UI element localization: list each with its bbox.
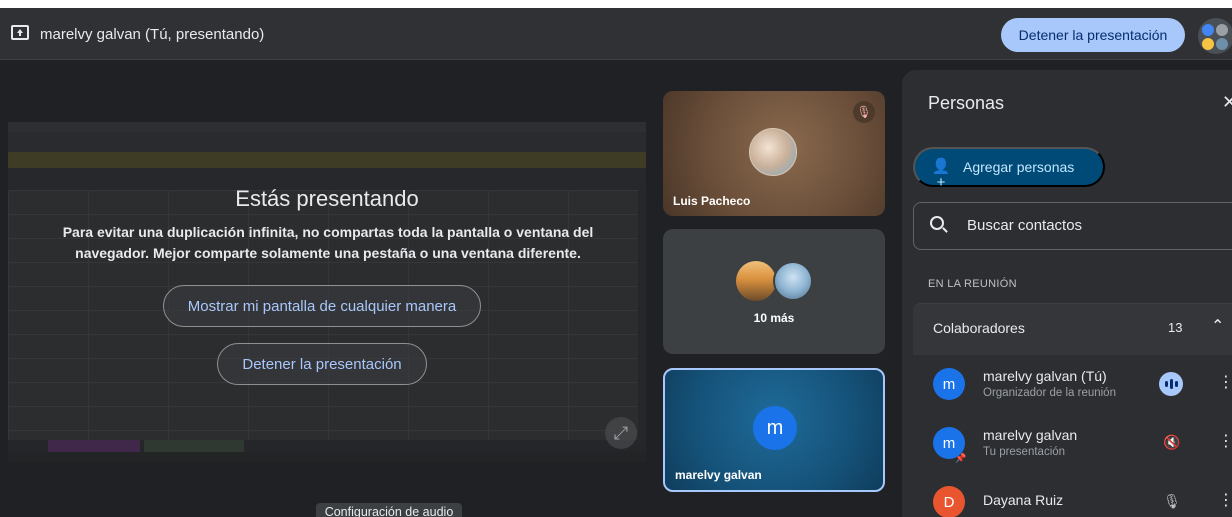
pin-icon: 📌 — [955, 453, 967, 463]
speaking-indicator-icon — [1159, 372, 1183, 396]
avatar: D — [933, 486, 965, 517]
list-item[interactable]: m marelvy galvan (Tú) Organizador de la … — [913, 358, 1232, 418]
tile-name: Luis Pacheco — [673, 194, 751, 208]
audio-off-icon: 🔇 — [1163, 433, 1181, 450]
close-icon[interactable]: ✕ — [1222, 92, 1232, 113]
search-placeholder: Buscar contactos — [967, 217, 1083, 234]
participants-avatar-icon[interactable] — [1198, 18, 1232, 54]
more-participants-label: 10 más — [753, 311, 795, 325]
people-panel: Personas ✕ 👤+ Agregar personas Buscar co… — [902, 70, 1232, 517]
presenting-message: Para evitar una duplicación infinita, no… — [62, 224, 594, 261]
more-options-icon[interactable]: ⋮ — [1218, 431, 1232, 453]
show-screen-anyway-button[interactable]: Mostrar mi pantalla de cualquier manera — [163, 285, 481, 327]
present-screen-icon — [11, 25, 29, 40]
avatar — [773, 261, 813, 301]
person-name: marelvy galvan — [983, 427, 1078, 443]
panel-title: Personas — [928, 93, 1005, 113]
presenting-title: Estás presentando — [235, 186, 419, 211]
stop-presenting-button-center[interactable]: Detener la presentación — [217, 343, 427, 385]
person-name: marelvy galvan (Tú) — [983, 368, 1107, 384]
group-label: Colaboradores — [933, 320, 1025, 336]
collaborators-group-header[interactable]: Colaboradores 13 ⌃ — [913, 303, 1232, 355]
add-person-icon: 👤+ — [931, 158, 951, 191]
chevron-up-icon: ⌃ — [1211, 318, 1225, 335]
mic-off-icon: 🎙 — [853, 101, 875, 123]
person-subtitle: Organizador de la reunión — [983, 387, 1116, 399]
avatar: m — [933, 368, 965, 400]
avatar: m — [753, 406, 797, 450]
group-count: 13 — [1168, 320, 1183, 335]
person-subtitle: Tu presentación — [983, 446, 1066, 458]
tile-name: marelvy galvan — [675, 468, 762, 482]
mic-off-icon: 🎙 — [1163, 492, 1181, 509]
audio-settings-tooltip: Configuración de audio — [316, 503, 462, 517]
more-options-icon[interactable]: ⋮ — [1218, 490, 1232, 512]
person-name: Dayana Ruiz — [983, 492, 1064, 508]
participant-tile-self[interactable]: m marelvy galvan — [663, 368, 885, 492]
top-band — [0, 0, 1232, 8]
search-icon — [930, 216, 944, 230]
avatar — [749, 128, 797, 176]
more-options-icon[interactable]: ⋮ — [1218, 372, 1232, 394]
expand-icon[interactable]: ⤢ — [605, 417, 637, 449]
avatar — [736, 261, 776, 301]
search-contacts-input[interactable]: Buscar contactos — [913, 202, 1232, 250]
add-people-button[interactable]: 👤+ Agregar personas — [913, 147, 1105, 191]
participant-tile-luis[interactable]: 🎙 Luis Pacheco — [663, 91, 885, 216]
meet-window: marelvy galvan (Tú, presentando) Detener… — [0, 0, 1232, 517]
stop-presenting-button[interactable]: Detener la presentación — [1001, 18, 1185, 52]
presenter-label: marelvy galvan (Tú, presentando) — [40, 26, 265, 43]
list-item[interactable]: D Dayana Ruiz 🎙 ⋮ — [913, 476, 1232, 517]
participant-tile-more[interactable]: 10 más — [663, 229, 885, 354]
section-label: EN LA REUNIÓN — [928, 278, 1017, 290]
list-item[interactable]: m 📌 marelvy galvan Tu presentación 🔇 ⋮ — [913, 417, 1232, 477]
presentation-bar: marelvy galvan (Tú, presentando) Detener… — [0, 8, 1232, 60]
add-people-label: Agregar personas — [963, 159, 1075, 175]
